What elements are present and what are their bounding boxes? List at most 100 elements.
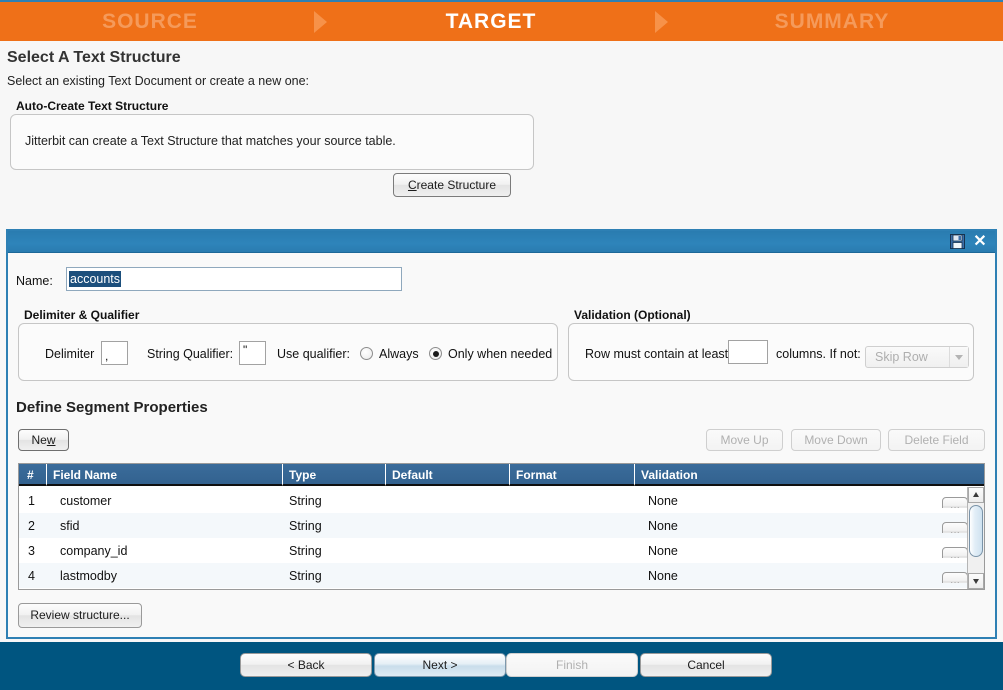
wizard-step-target[interactable]: TARGET — [341, 10, 641, 34]
chevron-down-icon — [973, 579, 979, 584]
column-header-format[interactable]: Format — [510, 464, 635, 486]
close-icon[interactable]: ✕ — [971, 232, 989, 251]
validation-group-box: Row must contain at least columns. If no… — [568, 323, 974, 381]
validation-suffix-text: columns. If not: — [776, 347, 861, 361]
save-floppy-icon[interactable] — [950, 234, 965, 249]
radio-only-when-needed[interactable] — [429, 347, 442, 360]
new-field-button[interactable]: New — [18, 429, 69, 451]
move-down-button[interactable]: Move Down — [791, 429, 881, 451]
radio-always[interactable] — [360, 347, 373, 360]
wizard-step-bar: SOURCE TARGET SUMMARY — [0, 0, 1003, 41]
name-input[interactable]: accounts — [66, 267, 402, 291]
name-field-label: Name: — [16, 274, 53, 288]
panel-title-bar: ✕ — [8, 231, 995, 253]
back-button[interactable]: < Back — [240, 653, 372, 677]
table-row[interactable]: 4 lastmodby String None... — [19, 563, 984, 588]
column-header-default[interactable]: Default — [386, 464, 510, 486]
wizard-step-summary[interactable]: SUMMARY — [682, 10, 982, 34]
scroll-down-button[interactable] — [968, 573, 984, 589]
create-structure-button[interactable]: Create Structure — [393, 173, 511, 197]
validation-ellipsis-button[interactable]: ... — [942, 497, 968, 508]
cell-number: 2 — [19, 519, 47, 533]
cancel-button[interactable]: Cancel — [640, 653, 772, 677]
validation-ellipsis-button[interactable]: ... — [942, 547, 968, 558]
cell-number: 4 — [19, 569, 47, 583]
column-header-number[interactable]: # — [19, 464, 47, 486]
auto-create-group-label: Auto-Create Text Structure — [16, 99, 168, 113]
wizard-arrow-icon — [655, 11, 668, 33]
cell-validation: None... — [635, 519, 984, 533]
delete-field-button[interactable]: Delete Field — [888, 429, 985, 451]
auto-create-group-box: Jitterbit can create a Text Structure th… — [10, 114, 534, 170]
move-up-button[interactable]: Move Up — [706, 429, 783, 451]
validation-prefix-text: Row must contain at least — [585, 347, 728, 361]
table-row[interactable]: 1 customer String None... — [19, 488, 984, 513]
string-qualifier-value: " — [243, 343, 247, 357]
cell-type: String — [283, 519, 386, 533]
cell-type: String — [283, 544, 386, 558]
scroll-up-button[interactable] — [968, 487, 984, 503]
min-columns-input[interactable] — [728, 340, 768, 364]
cell-field-name: sfid — [47, 519, 283, 533]
validation-ellipsis-button[interactable]: ... — [942, 572, 968, 583]
table-body: 1 customer String None... 2 sfid String … — [19, 488, 984, 588]
delimiter-group-box: Delimiter , String Qualifier: " Use qual… — [18, 323, 558, 381]
text-structure-editor-panel: ✕ Name: accounts Delimiter & Qualifier D… — [6, 229, 997, 639]
column-header-field-name[interactable]: Field Name — [47, 464, 283, 486]
chevron-down-icon — [955, 355, 963, 360]
cell-type: String — [283, 494, 386, 508]
segment-properties-title: Define Segment Properties — [16, 399, 208, 416]
validation-action-combobox: Skip Row — [865, 346, 969, 368]
cell-validation-text: None — [648, 494, 678, 508]
cell-validation: None... — [635, 569, 984, 583]
cell-number: 1 — [19, 494, 47, 508]
delimiter-label: Delimiter — [45, 347, 94, 361]
delimiter-value: , — [105, 349, 108, 363]
table-row[interactable]: 3 company_id String None... — [19, 538, 984, 563]
string-qualifier-input[interactable]: " — [239, 341, 266, 365]
wizard-step-source[interactable]: SOURCE — [0, 10, 300, 34]
page-header-area: Select A Text Structure Select an existi… — [0, 41, 1003, 231]
wizard-footer: < Back Next > Finish Cancel — [0, 642, 1003, 690]
validation-action-value: Skip Row — [875, 350, 928, 364]
wizard-arrow-icon — [314, 11, 327, 33]
segment-fields-table: # Field Name Type Default Format Validat… — [18, 463, 985, 590]
new-button-mnemonic: w — [47, 433, 56, 447]
column-header-type[interactable]: Type — [283, 464, 386, 486]
validation-ellipsis-button[interactable]: ... — [942, 522, 968, 533]
create-structure-label: reate Structure — [417, 178, 496, 192]
delimiter-group-label: Delimiter & Qualifier — [24, 308, 139, 322]
name-input-value: accounts — [69, 271, 121, 287]
string-qualifier-label: String Qualifier: — [147, 347, 233, 361]
cell-validation: None... — [635, 544, 984, 558]
radio-only-when-needed-label: Only when needed — [448, 347, 552, 361]
cell-validation: None... — [635, 494, 984, 508]
cell-type: String — [283, 569, 386, 583]
finish-button[interactable]: Finish — [506, 653, 638, 677]
name-label-mnemonic: N — [16, 274, 25, 288]
review-structure-button[interactable]: Review structure... — [18, 603, 142, 628]
create-structure-mnemonic: C — [408, 178, 417, 192]
radio-always-label: Always — [379, 347, 419, 361]
cell-validation-text: None — [648, 544, 678, 558]
delimiter-input[interactable]: , — [101, 341, 128, 365]
cell-field-name: company_id — [47, 544, 283, 558]
column-header-validation[interactable]: Validation — [635, 464, 984, 486]
chevron-up-icon — [973, 492, 979, 497]
cell-validation-text: None — [648, 519, 678, 533]
use-qualifier-label: Use qualifier: — [277, 347, 350, 361]
radio-selected-dot — [433, 351, 439, 357]
cell-number: 3 — [19, 544, 47, 558]
table-row[interactable]: 2 sfid String None... — [19, 513, 984, 538]
validation-group-label: Validation (Optional) — [574, 308, 691, 322]
cell-field-name: customer — [47, 494, 283, 508]
auto-create-description: Jitterbit can create a Text Structure th… — [25, 134, 396, 148]
page-subtitle: Select an existing Text Document or crea… — [7, 74, 309, 88]
next-button[interactable]: Next > — [374, 653, 506, 677]
page-title: Select A Text Structure — [7, 49, 181, 67]
table-vertical-scrollbar[interactable] — [967, 487, 984, 589]
cell-field-name: lastmodby — [47, 569, 283, 583]
scrollbar-thumb[interactable] — [969, 505, 983, 557]
validation-action-dropdown-button — [949, 347, 968, 367]
cell-validation-text: None — [648, 569, 678, 583]
